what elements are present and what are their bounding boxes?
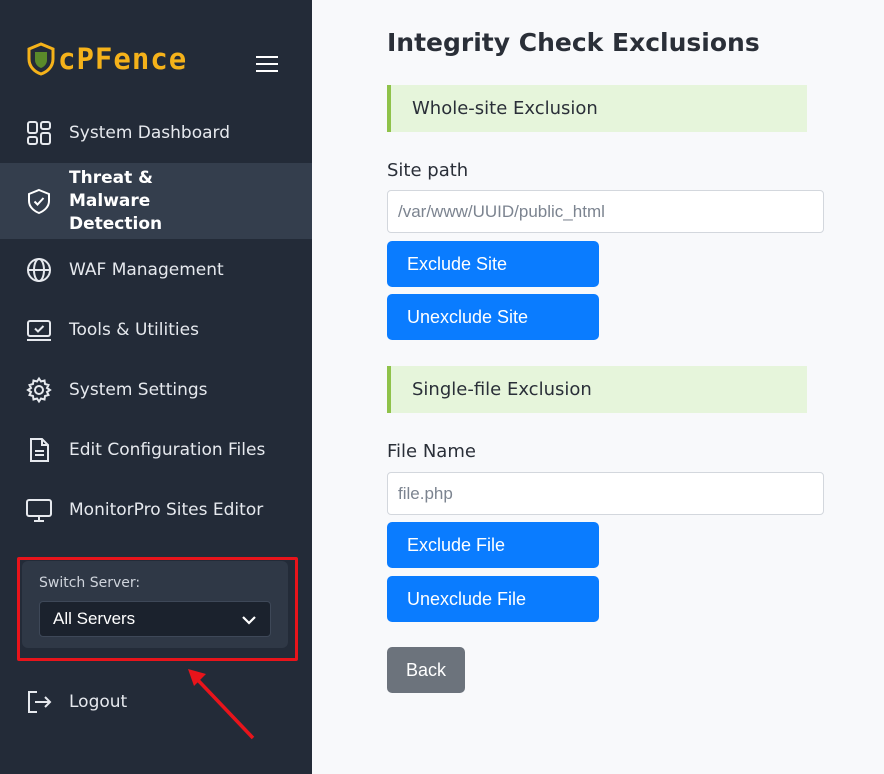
site-path-label: Site path xyxy=(387,160,469,181)
whole-site-section-header: Whole-site Exclusion xyxy=(387,85,807,132)
single-file-section-header: Single-file Exclusion xyxy=(387,366,807,413)
exclude-file-button[interactable]: Exclude File xyxy=(387,522,599,568)
sidebar-item-label: Tools & Utilities xyxy=(69,319,199,340)
file-name-label: File Name xyxy=(387,441,476,462)
sidebar: cPFence System Dashboard Threat & Malwar… xyxy=(0,0,312,774)
sidebar-item-edit-configuration-files[interactable]: Edit Configuration Files xyxy=(0,427,312,473)
monitor-check-icon xyxy=(24,315,54,345)
gear-icon xyxy=(24,375,54,405)
sidebar-item-logout[interactable]: Logout xyxy=(0,679,312,725)
exclude-site-button[interactable]: Exclude Site xyxy=(387,241,599,287)
sidebar-item-label: Logout xyxy=(69,691,128,712)
sidebar-item-label: Threat & Malware Detection xyxy=(69,167,163,234)
dashboard-grid-icon xyxy=(24,118,54,148)
sidebar-item-label: System Dashboard xyxy=(69,122,231,143)
sidebar-item-threat-malware-detection[interactable]: Threat & Malware Detection xyxy=(0,163,312,239)
menu-toggle-icon[interactable] xyxy=(256,54,278,74)
shield-logo-icon xyxy=(27,42,55,76)
sidebar-item-system-dashboard[interactable]: System Dashboard xyxy=(0,110,312,156)
logo-text: cPFence xyxy=(58,42,188,76)
page-title: Integrity Check Exclusions xyxy=(387,28,760,57)
shield-check-icon xyxy=(24,186,54,216)
desktop-icon xyxy=(24,495,54,525)
cpfence-logo[interactable]: cPFence xyxy=(26,40,187,78)
sidebar-item-label: MonitorPro Sites Editor xyxy=(69,499,264,520)
sidebar-item-system-settings[interactable]: System Settings xyxy=(0,367,312,413)
back-button[interactable]: Back xyxy=(387,647,465,693)
sidebar-item-label: Edit Configuration Files xyxy=(69,439,266,460)
highlight-box xyxy=(17,557,298,661)
globe-icon xyxy=(24,255,54,285)
sidebar-item-waf-management[interactable]: WAF Management xyxy=(0,247,312,293)
file-name-input[interactable] xyxy=(387,472,824,515)
site-path-input[interactable] xyxy=(387,190,824,233)
sidebar-item-monitorpro-sites-editor[interactable]: MonitorPro Sites Editor xyxy=(0,487,312,533)
logout-icon xyxy=(24,687,54,717)
unexclude-file-button[interactable]: Unexclude File xyxy=(387,576,599,622)
sidebar-item-label: System Settings xyxy=(69,379,208,400)
unexclude-site-button[interactable]: Unexclude Site xyxy=(387,294,599,340)
sidebar-item-tools-utilities[interactable]: Tools & Utilities xyxy=(0,307,312,353)
sidebar-item-label: WAF Management xyxy=(69,259,224,280)
document-icon xyxy=(24,435,54,465)
